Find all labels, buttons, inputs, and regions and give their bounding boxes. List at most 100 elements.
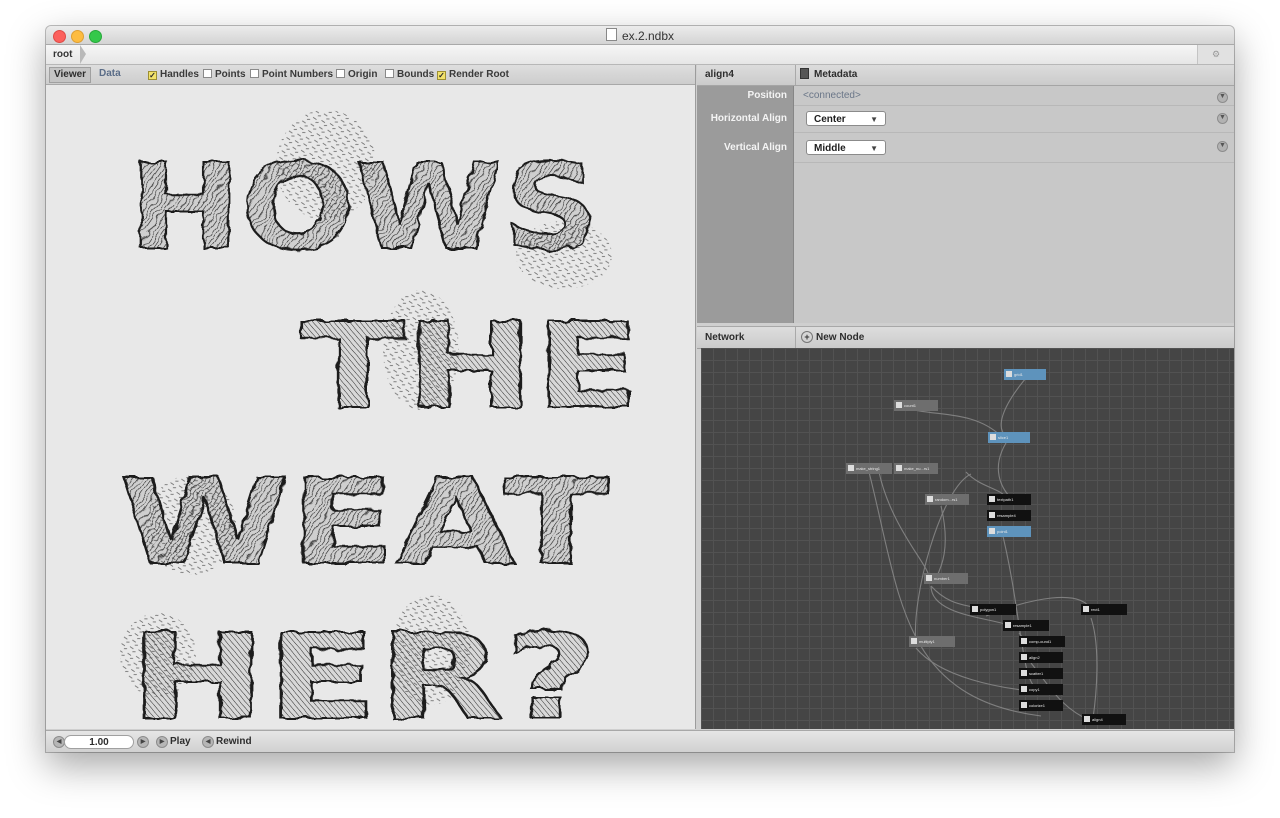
network-node-resample4[interactable]: resample4: [987, 510, 1031, 521]
application-window: ex.2.ndbx root ⚙ Viewer Data ✓ Handles Po…: [46, 26, 1234, 752]
network-node-random-numbers1[interactable]: random...rs1: [925, 494, 969, 505]
network-node-resample1[interactable]: resample1: [1003, 620, 1049, 631]
param-label-horizontal-align: Horizontal Align: [710, 113, 787, 124]
checkbox-icon[interactable]: [203, 69, 212, 78]
viewer-canvas[interactable]: HOWS THE WEAT HER?: [46, 85, 695, 747]
play-icon[interactable]: ▶: [156, 736, 168, 748]
node-name-label: align4: [705, 69, 734, 80]
window-title: ex.2.ndbx: [46, 28, 1234, 43]
option-points[interactable]: Points: [203, 68, 246, 81]
parameters-header: align4 Metadata: [697, 65, 1234, 86]
option-point-numbers[interactable]: Point Numbers: [250, 68, 333, 81]
row-divider: [794, 105, 1234, 106]
network-node-count1[interactable]: count1: [894, 400, 938, 411]
parameters-pane: align4 Metadata Position Horizontal Alig…: [697, 65, 1234, 323]
option-render-root[interactable]: ✓ Render Root: [437, 68, 509, 81]
breadcrumb-separator: [80, 45, 86, 64]
number-icon: [926, 575, 932, 581]
network-node-number1[interactable]: number1: [924, 573, 968, 584]
string-icon: [848, 465, 854, 471]
network-node-copy1[interactable]: copy1: [1019, 684, 1063, 695]
playback-bar: ◀ 1.00 ▶ ▶ Play ◀ Rewind: [46, 730, 1234, 752]
expand-position-icon[interactable]: ▼: [1217, 92, 1228, 103]
network-node-multiply1[interactable]: multiply1: [909, 636, 955, 647]
align-icon: [1021, 654, 1027, 660]
text-icon: [989, 496, 995, 502]
network-node-make-string1[interactable]: make_string1: [846, 463, 892, 474]
network-connections: [868, 377, 1098, 722]
polygon-icon: [972, 606, 978, 612]
viewer-toolbar: Viewer Data ✓ Handles Points Point Number…: [46, 65, 695, 85]
vertical-align-select[interactable]: Middle ▼: [806, 140, 886, 155]
count-icon: [896, 402, 902, 408]
colorize-icon: [1021, 702, 1027, 708]
network-node-align4[interactable]: align4: [1082, 714, 1126, 725]
network-header: Network + New Node: [697, 326, 1234, 349]
network-canvas[interactable]: grid1 count1 slice1 make_string1 make_nu…: [701, 348, 1234, 729]
viewer-pane: Viewer Data ✓ Handles Points Point Number…: [46, 65, 696, 747]
breadcrumb: root ⚙: [46, 45, 1234, 65]
align-icon: [1084, 716, 1090, 722]
new-node-button[interactable]: New Node: [816, 332, 864, 343]
checkbox-icon[interactable]: [385, 69, 394, 78]
dropdown-arrow-icon: ▼: [870, 144, 878, 153]
metadata-icon[interactable]: [800, 68, 809, 79]
option-handles[interactable]: ✓ Handles: [148, 68, 199, 81]
checkbox-icon[interactable]: ✓: [148, 71, 157, 80]
copy-icon: [1021, 686, 1027, 692]
document-icon: [605, 28, 617, 41]
param-label-vertical-align: Vertical Align: [724, 142, 787, 153]
network-node-grid1[interactable]: grid1: [1004, 369, 1046, 380]
rect-icon: [1083, 606, 1089, 612]
rendered-lettering: HOWS THE WEAT HER?: [118, 110, 641, 747]
horizontal-align-select[interactable]: Center ▼: [806, 111, 886, 126]
network-node-rect1[interactable]: rect1: [1081, 604, 1127, 615]
expand-vertical-align-icon[interactable]: ▼: [1217, 141, 1228, 152]
parameter-values-column: <connected> ▼ Center ▼ ▼ Middle ▼ ▼: [794, 86, 1234, 323]
parameter-labels-column: Position Horizontal Align Vertical Align: [697, 86, 794, 323]
header-divider: [795, 65, 796, 85]
network-node-polygon1[interactable]: polygon1: [970, 604, 1016, 615]
canvas-line-2: THE: [300, 297, 640, 435]
network-node-slice1[interactable]: slice1: [988, 432, 1030, 443]
gear-icon[interactable]: ⚙: [1197, 45, 1234, 64]
checkbox-icon[interactable]: ✓: [437, 71, 446, 80]
point-icon: [989, 528, 995, 534]
plus-icon[interactable]: +: [801, 331, 813, 343]
network-node-scatter1[interactable]: scatter1: [1019, 668, 1063, 679]
network-title: Network: [705, 332, 745, 343]
param-label-position: Position: [747, 90, 787, 101]
frame-increment-icon[interactable]: ▶: [137, 736, 149, 748]
window-title-text: ex.2.ndbx: [621, 29, 675, 43]
frame-field[interactable]: 1.00: [64, 735, 134, 749]
metadata-button[interactable]: Metadata: [814, 69, 857, 80]
expand-horizontal-align-icon[interactable]: ▼: [1217, 113, 1228, 124]
network-node-point1[interactable]: point1: [987, 526, 1031, 537]
network-node-align2[interactable]: align2: [1019, 652, 1063, 663]
checkbox-icon[interactable]: [250, 69, 259, 78]
breadcrumb-item-root[interactable]: root: [46, 45, 84, 64]
grid-icon: [1006, 371, 1012, 377]
tab-data[interactable]: Data: [95, 67, 125, 81]
network-node-colorize1[interactable]: colorize1: [1019, 700, 1063, 711]
checkbox-icon[interactable]: [336, 69, 345, 78]
multiply-icon: [911, 638, 917, 644]
row-divider: [794, 132, 1234, 133]
position-connected-value: <connected>: [803, 90, 861, 101]
header-divider: [795, 327, 796, 348]
network-node-textpath1[interactable]: textpath1: [987, 494, 1031, 505]
rewind-button[interactable]: Rewind: [216, 736, 252, 747]
resample-icon: [1005, 622, 1011, 628]
numbers-icon: [896, 465, 902, 471]
canvas-line-4: HER?: [129, 608, 599, 729]
option-origin[interactable]: Origin: [336, 68, 377, 81]
title-bar: ex.2.ndbx: [46, 26, 1234, 45]
rewind-icon[interactable]: ◀: [202, 736, 214, 748]
tab-viewer[interactable]: Viewer: [49, 67, 92, 83]
random-icon: [927, 496, 933, 502]
row-divider: [794, 162, 1234, 163]
network-node-make-numbers1[interactable]: make_nu...rs1: [894, 463, 938, 474]
option-bounds[interactable]: Bounds: [385, 68, 434, 81]
play-button[interactable]: Play: [170, 736, 191, 747]
network-node-compound1[interactable]: comp-ound1: [1019, 636, 1065, 647]
